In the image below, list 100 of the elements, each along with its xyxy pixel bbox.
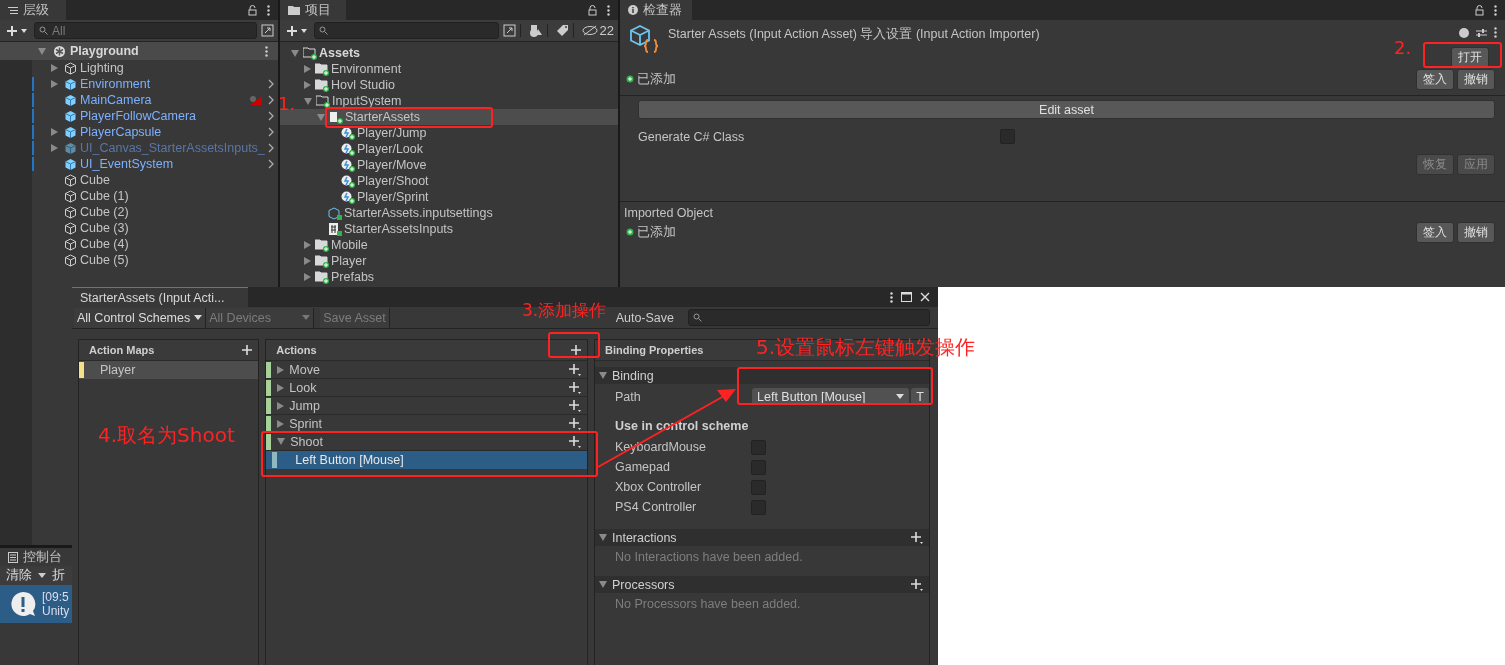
empty-message: No Processors have been added. — [614, 596, 802, 611]
action-item[interactable]: Move — [289, 362, 567, 377]
expand-arrow-icon[interactable] — [51, 144, 58, 152]
binding-item[interactable]: Left Button [Mouse] — [266, 451, 587, 469]
expand-arrow-icon[interactable] — [38, 47, 46, 55]
panel-title: Actions — [276, 344, 317, 356]
expand-arrow-icon[interactable] — [599, 581, 607, 588]
action-item[interactable]: Jump — [289, 398, 567, 413]
expand-arrow-icon[interactable] — [277, 365, 285, 374]
project-item[interactable]: Prefabs — [331, 270, 375, 284]
project-item[interactable]: Player/Sprint — [357, 190, 429, 204]
add-icon[interactable] — [911, 578, 923, 591]
more-icon[interactable] — [1494, 4, 1497, 16]
more-icon[interactable] — [267, 4, 270, 16]
hierarchy-item[interactable]: Cube (4) — [80, 237, 129, 251]
hierarchy-item[interactable]: Lighting — [80, 61, 124, 75]
project-item[interactable]: Player — [331, 254, 367, 268]
project-item[interactable]: Mobile — [331, 238, 368, 252]
add-button[interactable] — [4, 24, 30, 37]
action-item[interactable]: Look — [289, 380, 567, 395]
project-item[interactable]: StarterAssets — [345, 110, 421, 124]
hierarchy-item[interactable]: Cube — [80, 173, 110, 187]
action-map-item[interactable]: Player — [79, 361, 259, 379]
expand-arrow-icon[interactable] — [599, 372, 607, 379]
auto-save-label[interactable]: Auto-Save — [615, 310, 674, 325]
project-item[interactable]: Player/Look — [357, 142, 423, 156]
revert-button[interactable]: 撤销 — [1457, 68, 1495, 90]
project-item[interactable]: Player/Jump — [357, 126, 427, 140]
search-field[interactable] — [688, 309, 930, 326]
scene-name[interactable]: Playground — [70, 44, 139, 58]
hierarchy-item[interactable]: UI_EventSystem — [80, 157, 174, 171]
scheme-label: Gamepad — [615, 460, 671, 474]
dropdown-arrow-icon[interactable] — [38, 573, 46, 578]
close-icon[interactable] — [920, 292, 930, 302]
tag-icon[interactable] — [546, 24, 569, 37]
inspector-tab[interactable]: 检查器 — [620, 0, 692, 20]
search-field[interactable]: All — [34, 22, 257, 39]
hierarchy-item[interactable]: PlayerFollowCamera — [80, 109, 196, 123]
open-button[interactable]: 打开 — [1451, 46, 1489, 68]
action-item[interactable]: Shoot — [290, 434, 567, 449]
add-icon[interactable] — [571, 345, 581, 355]
add-binding-icon[interactable] — [569, 381, 581, 394]
more-icon[interactable] — [607, 4, 610, 16]
expand-arrow-icon[interactable] — [277, 419, 285, 428]
lock-icon[interactable] — [248, 4, 257, 16]
project-item[interactable]: InputSystem — [332, 94, 402, 108]
sliders-icon[interactable] — [1476, 27, 1487, 38]
console-tab[interactable]: 控制台 — [0, 548, 72, 566]
more-icon[interactable] — [890, 291, 893, 303]
check-in-button[interactable]: 签入 — [1416, 68, 1454, 90]
more-icon[interactable] — [1494, 27, 1497, 38]
expand-arrow-icon[interactable] — [599, 534, 607, 541]
hierarchy-item[interactable]: MainCamera — [80, 93, 152, 107]
hierarchy-item[interactable]: Cube (5) — [80, 253, 129, 267]
add-icon[interactable] — [242, 345, 253, 355]
add-button[interactable] — [284, 24, 310, 37]
expand-arrow-icon[interactable] — [277, 401, 285, 410]
expand-icon[interactable] — [502, 24, 516, 37]
project-item[interactable]: Player/Move — [357, 158, 427, 172]
search-field[interactable] — [314, 22, 499, 39]
hierarchy-item[interactable]: Cube (1) — [80, 189, 129, 203]
lock-icon[interactable] — [588, 4, 597, 16]
window-tab[interactable]: StarterAssets (Input Acti... — [72, 287, 248, 307]
expand-arrow-icon[interactable] — [51, 128, 58, 136]
expand-arrow-icon[interactable] — [277, 383, 285, 392]
hidden-count[interactable]: 22 — [572, 23, 614, 38]
revert-button[interactable]: 撤销 — [1457, 221, 1495, 243]
expand-arrow-icon[interactable] — [291, 49, 299, 57]
collapse-button[interactable]: 折 — [50, 567, 67, 584]
control-schemes-dropdown[interactable]: All Control Schemes — [74, 307, 207, 328]
project-item[interactable]: Assets — [319, 46, 360, 60]
hierarchy-item[interactable]: Cube (2) — [80, 205, 129, 219]
hierarchy-tab[interactable]: 层级 — [0, 0, 66, 20]
maximize-icon[interactable] — [901, 292, 912, 302]
hierarchy-item[interactable]: Cube (3) — [80, 221, 129, 235]
expand-icon[interactable] — [261, 24, 274, 37]
hierarchy-item[interactable]: Environment — [80, 77, 151, 91]
add-binding-icon[interactable] — [569, 435, 581, 448]
add-binding-icon[interactable] — [569, 417, 581, 430]
expand-arrow-icon[interactable] — [51, 80, 58, 88]
edit-asset-button[interactable]: Edit asset — [638, 100, 1495, 119]
project-item[interactable]: Hovl Studio — [331, 78, 395, 92]
hierarchy-item[interactable]: PlayerCapsule — [80, 125, 162, 139]
project-item[interactable]: Player/Shoot — [357, 174, 429, 188]
project-tab[interactable]: 项目 — [280, 0, 346, 20]
plus-circle-icon — [626, 228, 634, 236]
add-binding-icon[interactable] — [569, 363, 581, 376]
prefab-marker — [32, 93, 34, 107]
project-item[interactable]: StarterAssetsInputs — [344, 222, 454, 236]
action-item[interactable]: Sprint — [289, 416, 567, 431]
add-binding-icon[interactable] — [569, 399, 581, 412]
clear-button[interactable]: 清除 — [4, 567, 34, 584]
check-in-button[interactable]: 签入 — [1416, 221, 1454, 243]
add-icon[interactable] — [911, 531, 923, 544]
lock-icon[interactable] — [1475, 4, 1484, 16]
more-icon[interactable] — [265, 45, 268, 57]
expand-arrow-icon[interactable] — [51, 64, 58, 72]
shapes-icon[interactable] — [519, 24, 543, 37]
project-item[interactable]: Environment — [331, 62, 402, 76]
project-item[interactable]: StarterAssets.inputsettings — [344, 206, 493, 220]
